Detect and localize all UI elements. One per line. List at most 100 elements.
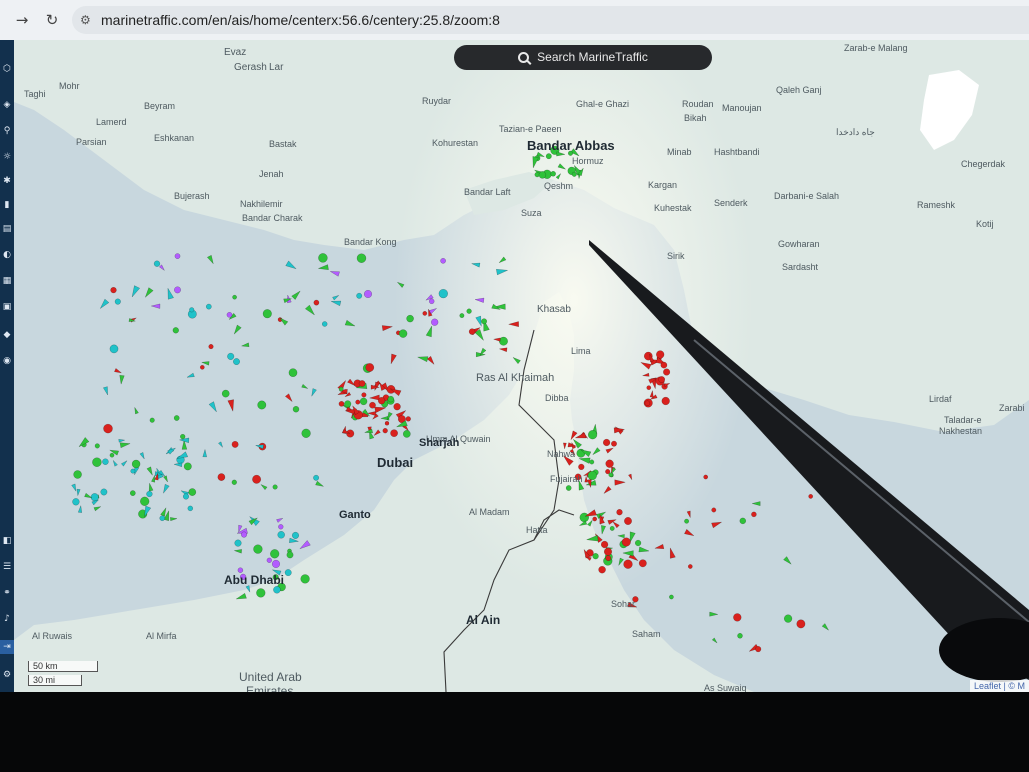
- vessel-marker[interactable]: [114, 298, 121, 305]
- vessel-marker[interactable]: [405, 416, 411, 422]
- vessel-marker[interactable]: [227, 352, 235, 360]
- vessel-marker[interactable]: [579, 512, 590, 523]
- vessel-marker[interactable]: [687, 564, 693, 569]
- events-icon[interactable]: ▦: [0, 274, 14, 288]
- vessel-marker[interactable]: [321, 321, 328, 327]
- vessel-marker[interactable]: [684, 518, 690, 524]
- vessel-marker[interactable]: [377, 397, 386, 405]
- vessel-marker[interactable]: [232, 294, 237, 300]
- weather-icon[interactable]: ☼: [0, 150, 14, 164]
- ports-icon[interactable]: ▮: [0, 198, 14, 212]
- filter-icon[interactable]: ⚲: [0, 124, 14, 138]
- vessel-marker[interactable]: [94, 443, 100, 449]
- vessel-marker[interactable]: [545, 153, 552, 160]
- stack-icon[interactable]: ☰: [0, 560, 14, 574]
- vessel-marker[interactable]: [587, 430, 598, 440]
- map-view[interactable]: Evaz Gerash Lar Mohr Taghi Beyram Lamerd Parsia…: [14, 40, 1029, 692]
- vessel-marker[interactable]: [272, 484, 278, 490]
- vessel-marker[interactable]: [609, 525, 615, 531]
- vessel-marker[interactable]: [174, 286, 181, 294]
- vessel-marker[interactable]: [273, 586, 281, 594]
- vessel-marker[interactable]: [737, 633, 743, 639]
- vessel-marker[interactable]: [481, 318, 488, 325]
- vessel-marker[interactable]: [387, 395, 395, 403]
- vessel-marker[interactable]: [129, 490, 136, 496]
- vessel-marker[interactable]: [188, 488, 197, 496]
- vessel-marker[interactable]: [199, 364, 205, 370]
- login-icon[interactable]: ⇥: [0, 640, 14, 654]
- database-icon[interactable]: ◧: [0, 534, 14, 548]
- vessel-marker[interactable]: [602, 438, 611, 447]
- vessel-marker[interactable]: [422, 311, 428, 316]
- vessel-marker[interactable]: [440, 257, 446, 264]
- vessel-marker[interactable]: [130, 468, 136, 474]
- vessel-marker[interactable]: [711, 507, 717, 513]
- fleet-icon[interactable]: ▤: [0, 222, 14, 236]
- vessel-marker[interactable]: [589, 459, 595, 465]
- vessel-marker[interactable]: [208, 344, 214, 350]
- vessel-marker[interactable]: [159, 515, 166, 522]
- vessel-marker[interactable]: [468, 328, 476, 335]
- vessel-marker[interactable]: [288, 368, 298, 378]
- vessel-marker[interactable]: [90, 493, 99, 502]
- vessel-marker[interactable]: [616, 509, 623, 516]
- vessel-marker[interactable]: [338, 386, 344, 392]
- vessel-marker[interactable]: [623, 559, 633, 569]
- tools-icon[interactable]: ✱: [0, 174, 14, 188]
- vessel-marker[interactable]: [466, 308, 472, 314]
- vessel-marker[interactable]: [571, 171, 577, 177]
- bell-icon[interactable]: ♪: [0, 612, 14, 626]
- vessel-marker[interactable]: [189, 307, 195, 313]
- vessel-marker[interactable]: [431, 318, 439, 326]
- vessel-marker[interactable]: [592, 553, 599, 560]
- vessel-marker[interactable]: [739, 517, 747, 525]
- vessel-marker[interactable]: [100, 488, 108, 496]
- vessel-marker[interactable]: [110, 286, 117, 294]
- vessel-marker[interactable]: [605, 459, 614, 468]
- vessel-marker[interactable]: [428, 298, 435, 305]
- vessel-marker[interactable]: [271, 559, 281, 568]
- vessel-marker[interactable]: [318, 253, 328, 263]
- vessel-marker[interactable]: [587, 470, 597, 481]
- vessel-marker[interactable]: [598, 565, 606, 574]
- map-attribution[interactable]: Leaflet | © M: [970, 680, 1029, 692]
- vessel-marker[interactable]: [538, 171, 547, 179]
- analytics-icon[interactable]: ▣: [0, 300, 14, 314]
- vessel-marker[interactable]: [173, 415, 180, 421]
- vessel-marker[interactable]: [660, 361, 668, 369]
- vessel-marker[interactable]: [361, 392, 367, 398]
- vessel-marker[interactable]: [102, 458, 109, 465]
- vessel-marker[interactable]: [270, 549, 280, 559]
- vessel-marker[interactable]: [109, 452, 115, 458]
- vessel-marker[interactable]: [438, 288, 448, 299]
- vessel-marker[interactable]: [406, 314, 414, 323]
- vessel-marker[interactable]: [393, 403, 401, 411]
- vessel-marker[interactable]: [796, 619, 806, 629]
- vessel-marker[interactable]: [369, 401, 376, 409]
- vessel-marker[interactable]: [205, 303, 212, 310]
- vessel-marker[interactable]: [266, 557, 272, 563]
- vessel-marker[interactable]: [149, 417, 155, 423]
- vessel-marker[interactable]: [109, 344, 119, 354]
- vessel-marker[interactable]: [565, 485, 572, 491]
- vessel-marker[interactable]: [733, 613, 742, 622]
- vessel-marker[interactable]: [300, 574, 310, 584]
- vessel-marker[interactable]: [605, 555, 612, 561]
- vessel-marker[interactable]: [358, 380, 366, 387]
- vessel-marker[interactable]: [359, 397, 368, 406]
- vessel-marker[interactable]: [363, 289, 373, 299]
- vessel-marker[interactable]: [183, 462, 192, 471]
- vessel-marker[interactable]: [669, 594, 674, 600]
- vessel-marker[interactable]: [634, 539, 642, 547]
- vessel-marker[interactable]: [253, 544, 263, 554]
- vessel-marker[interactable]: [187, 505, 194, 512]
- vessel-marker[interactable]: [600, 540, 609, 549]
- vessel-marker[interactable]: [808, 494, 814, 499]
- vessel-marker[interactable]: [656, 350, 665, 359]
- vessel-marker[interactable]: [703, 474, 709, 480]
- vessel-marker[interactable]: [262, 309, 272, 319]
- arrow-right-icon[interactable]: →: [12, 10, 32, 30]
- vessel-marker[interactable]: [278, 524, 284, 530]
- vessel-marker[interactable]: [231, 479, 237, 485]
- reload-icon[interactable]: ↻: [42, 10, 62, 30]
